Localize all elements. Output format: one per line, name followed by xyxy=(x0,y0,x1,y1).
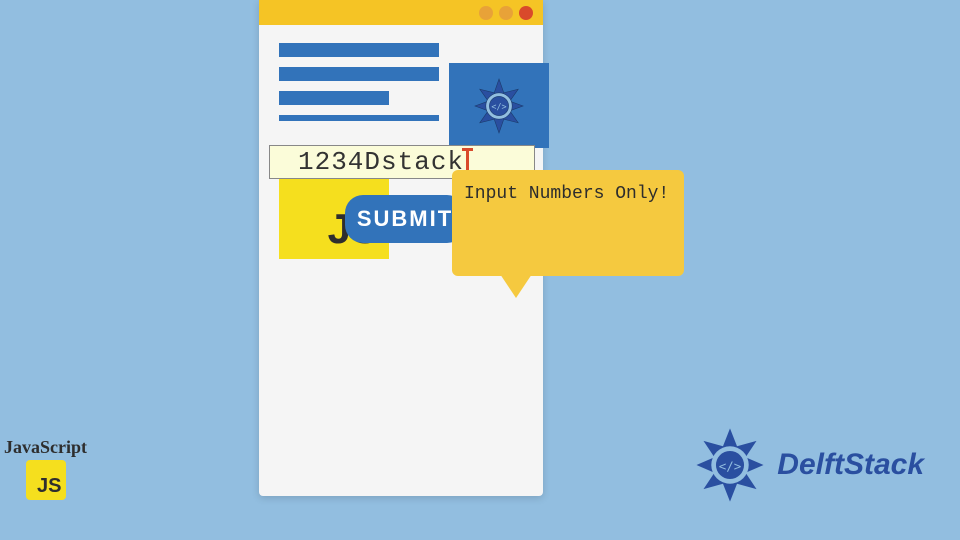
star-gear-icon: </> xyxy=(469,76,529,136)
window-titlebar xyxy=(259,0,543,25)
svg-text:</>: </> xyxy=(719,458,742,473)
svg-text:</>: </> xyxy=(491,101,506,111)
badge-label: JavaScript xyxy=(4,437,87,458)
badge-abbr: JS xyxy=(37,475,61,498)
javascript-badge: JavaScript JS xyxy=(4,437,87,500)
brand-footer: </> DelftStack xyxy=(691,426,924,504)
placeholder-line xyxy=(279,43,439,57)
brand-logo: </> xyxy=(691,426,769,504)
header-logo-box: </> xyxy=(449,63,549,148)
brand-name: DelftStack xyxy=(777,448,924,482)
placeholder-line xyxy=(279,67,439,81)
window-control-dot[interactable] xyxy=(519,6,533,20)
input-value: 1234Dstack xyxy=(298,147,464,177)
submit-label: SUBMIT xyxy=(357,206,453,232)
window-control-dot[interactable] xyxy=(479,6,493,20)
tooltip-message: Input Numbers Only! xyxy=(464,184,669,204)
submit-button[interactable]: SUBMIT xyxy=(345,195,465,243)
placeholder-thin-line xyxy=(279,115,439,121)
validation-tooltip: Input Numbers Only! xyxy=(452,170,684,276)
window-control-dot[interactable] xyxy=(499,6,513,20)
star-gear-icon: </> xyxy=(691,426,769,504)
placeholder-line xyxy=(279,91,389,105)
badge-square: JS xyxy=(26,460,66,500)
